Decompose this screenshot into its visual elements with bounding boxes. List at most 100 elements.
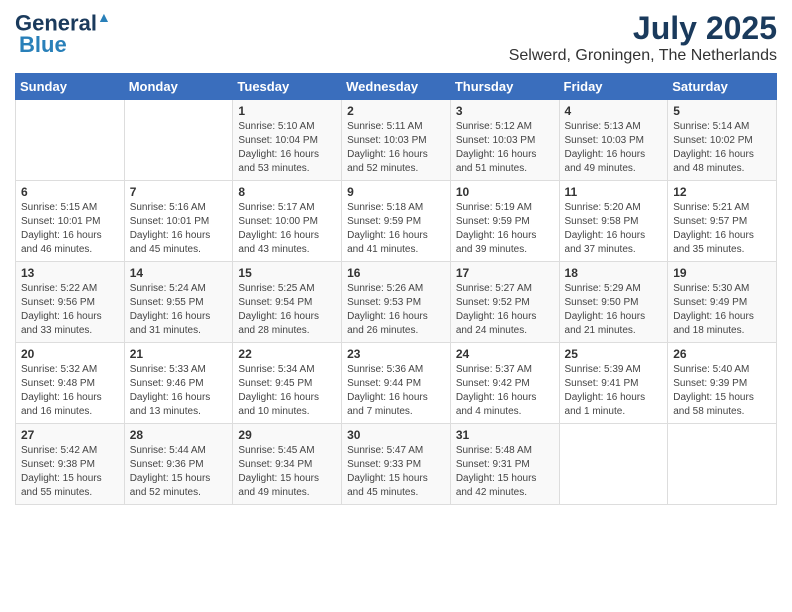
col-thursday: Thursday: [450, 74, 559, 100]
day-number: 1: [238, 104, 336, 118]
day-number: 30: [347, 428, 445, 442]
day-number: 2: [347, 104, 445, 118]
calendar-cell: 21 Sunrise: 5:33 AM Sunset: 9:46 PM Dayli…: [124, 343, 233, 424]
day-number: 18: [565, 266, 663, 280]
day-info: Sunrise: 5:17 AM Sunset: 10:00 PM Daylig…: [238, 201, 336, 257]
day-info: Sunrise: 5:12 AM Sunset: 10:03 PM Daylig…: [456, 120, 554, 176]
day-info: Sunrise: 5:14 AM Sunset: 10:02 PM Daylig…: [673, 120, 771, 176]
calendar-cell: 9 Sunrise: 5:18 AM Sunset: 9:59 PM Daylig…: [342, 181, 451, 262]
day-info: Sunrise: 5:22 AM Sunset: 9:56 PM Dayligh…: [21, 282, 119, 338]
header: General▲ Blue July 2025 Selwerd, Groning…: [15, 10, 777, 65]
calendar-cell: 7Sunrise: 5:16 AM Sunset: 10:01 PM Dayli…: [124, 181, 233, 262]
calendar-cell: 28 Sunrise: 5:44 AM Sunset: 9:36 PM Dayli…: [124, 424, 233, 505]
calendar-week-1: 1Sunrise: 5:10 AM Sunset: 10:04 PM Dayli…: [16, 100, 777, 181]
calendar-cell: 31 Sunrise: 5:48 AM Sunset: 9:31 PM Dayli…: [450, 424, 559, 505]
day-info: Sunrise: 5:34 AM Sunset: 9:45 PM Dayligh…: [238, 363, 336, 419]
day-info: Sunrise: 5:26 AM Sunset: 9:53 PM Dayligh…: [347, 282, 445, 338]
calendar-cell: 17 Sunrise: 5:27 AM Sunset: 9:52 PM Dayli…: [450, 262, 559, 343]
calendar-cell: 19 Sunrise: 5:30 AM Sunset: 9:49 PM Dayli…: [668, 262, 777, 343]
day-number: 17: [456, 266, 554, 280]
calendar-cell: 11 Sunrise: 5:20 AM Sunset: 9:58 PM Dayli…: [559, 181, 668, 262]
day-info: Sunrise: 5:47 AM Sunset: 9:33 PM Dayligh…: [347, 444, 445, 500]
day-number: 16: [347, 266, 445, 280]
day-info: Sunrise: 5:15 AM Sunset: 10:01 PM Daylig…: [21, 201, 119, 257]
day-number: 19: [673, 266, 771, 280]
logo: General▲ Blue: [15, 10, 111, 58]
day-info: Sunrise: 5:21 AM Sunset: 9:57 PM Dayligh…: [673, 201, 771, 257]
calendar-cell: [559, 424, 668, 505]
page: General▲ Blue July 2025 Selwerd, Groning…: [0, 0, 792, 515]
day-info: Sunrise: 5:48 AM Sunset: 9:31 PM Dayligh…: [456, 444, 554, 500]
day-number: 28: [130, 428, 228, 442]
day-info: Sunrise: 5:20 AM Sunset: 9:58 PM Dayligh…: [565, 201, 663, 257]
day-number: 5: [673, 104, 771, 118]
day-info: Sunrise: 5:30 AM Sunset: 9:49 PM Dayligh…: [673, 282, 771, 338]
day-info: Sunrise: 5:45 AM Sunset: 9:34 PM Dayligh…: [238, 444, 336, 500]
calendar-cell: [124, 100, 233, 181]
day-info: Sunrise: 5:16 AM Sunset: 10:01 PM Daylig…: [130, 201, 228, 257]
calendar-cell: 29 Sunrise: 5:45 AM Sunset: 9:34 PM Dayli…: [233, 424, 342, 505]
calendar-cell: 22 Sunrise: 5:34 AM Sunset: 9:45 PM Dayli…: [233, 343, 342, 424]
day-info: Sunrise: 5:42 AM Sunset: 9:38 PM Dayligh…: [21, 444, 119, 500]
day-number: 14: [130, 266, 228, 280]
title-block: July 2025 Selwerd, Groningen, The Nether…: [509, 10, 777, 65]
calendar-cell: 1Sunrise: 5:10 AM Sunset: 10:04 PM Dayli…: [233, 100, 342, 181]
day-info: Sunrise: 5:19 AM Sunset: 9:59 PM Dayligh…: [456, 201, 554, 257]
calendar-week-2: 6Sunrise: 5:15 AM Sunset: 10:01 PM Dayli…: [16, 181, 777, 262]
col-wednesday: Wednesday: [342, 74, 451, 100]
day-number: 27: [21, 428, 119, 442]
calendar-cell: 16 Sunrise: 5:26 AM Sunset: 9:53 PM Dayli…: [342, 262, 451, 343]
day-number: 29: [238, 428, 336, 442]
day-number: 15: [238, 266, 336, 280]
calendar-cell: 8 Sunrise: 5:17 AM Sunset: 10:00 PM Dayli…: [233, 181, 342, 262]
day-info: Sunrise: 5:39 AM Sunset: 9:41 PM Dayligh…: [565, 363, 663, 419]
day-info: Sunrise: 5:13 AM Sunset: 10:03 PM Daylig…: [565, 120, 663, 176]
col-monday: Monday: [124, 74, 233, 100]
day-info: Sunrise: 5:44 AM Sunset: 9:36 PM Dayligh…: [130, 444, 228, 500]
calendar-cell: 10Sunrise: 5:19 AM Sunset: 9:59 PM Dayli…: [450, 181, 559, 262]
calendar-cell: 30 Sunrise: 5:47 AM Sunset: 9:33 PM Dayli…: [342, 424, 451, 505]
day-number: 21: [130, 347, 228, 361]
calendar-cell: 25 Sunrise: 5:39 AM Sunset: 9:41 PM Dayli…: [559, 343, 668, 424]
calendar-week-3: 13Sunrise: 5:22 AM Sunset: 9:56 PM Dayli…: [16, 262, 777, 343]
calendar-cell: 12 Sunrise: 5:21 AM Sunset: 9:57 PM Dayli…: [668, 181, 777, 262]
day-info: Sunrise: 5:11 AM Sunset: 10:03 PM Daylig…: [347, 120, 445, 176]
day-info: Sunrise: 5:29 AM Sunset: 9:50 PM Dayligh…: [565, 282, 663, 338]
day-number: 11: [565, 185, 663, 199]
calendar-cell: [16, 100, 125, 181]
day-number: 23: [347, 347, 445, 361]
calendar-header-row: Sunday Monday Tuesday Wednesday Thursday…: [16, 74, 777, 100]
calendar: Sunday Monday Tuesday Wednesday Thursday…: [15, 73, 777, 505]
day-number: 24: [456, 347, 554, 361]
calendar-cell: 6Sunrise: 5:15 AM Sunset: 10:01 PM Dayli…: [16, 181, 125, 262]
col-sunday: Sunday: [16, 74, 125, 100]
day-info: Sunrise: 5:25 AM Sunset: 9:54 PM Dayligh…: [238, 282, 336, 338]
col-tuesday: Tuesday: [233, 74, 342, 100]
day-info: Sunrise: 5:36 AM Sunset: 9:44 PM Dayligh…: [347, 363, 445, 419]
day-info: Sunrise: 5:18 AM Sunset: 9:59 PM Dayligh…: [347, 201, 445, 257]
day-number: 22: [238, 347, 336, 361]
calendar-cell: 20Sunrise: 5:32 AM Sunset: 9:48 PM Dayli…: [16, 343, 125, 424]
day-number: 3: [456, 104, 554, 118]
day-number: 8: [238, 185, 336, 199]
day-info: Sunrise: 5:27 AM Sunset: 9:52 PM Dayligh…: [456, 282, 554, 338]
calendar-cell: 23 Sunrise: 5:36 AM Sunset: 9:44 PM Dayli…: [342, 343, 451, 424]
calendar-cell: 3 Sunrise: 5:12 AM Sunset: 10:03 PM Dayli…: [450, 100, 559, 181]
calendar-cell: 5 Sunrise: 5:14 AM Sunset: 10:02 PM Dayli…: [668, 100, 777, 181]
main-title: July 2025: [509, 10, 777, 47]
logo-blue: Blue: [19, 32, 67, 57]
calendar-cell: 26Sunrise: 5:40 AM Sunset: 9:39 PM Dayli…: [668, 343, 777, 424]
calendar-cell: 18 Sunrise: 5:29 AM Sunset: 9:50 PM Dayli…: [559, 262, 668, 343]
day-number: 12: [673, 185, 771, 199]
day-number: 25: [565, 347, 663, 361]
day-info: Sunrise: 5:32 AM Sunset: 9:48 PM Dayligh…: [21, 363, 119, 419]
day-info: Sunrise: 5:33 AM Sunset: 9:46 PM Dayligh…: [130, 363, 228, 419]
calendar-cell: 4Sunrise: 5:13 AM Sunset: 10:03 PM Dayli…: [559, 100, 668, 181]
day-info: Sunrise: 5:24 AM Sunset: 9:55 PM Dayligh…: [130, 282, 228, 338]
calendar-cell: 2 Sunrise: 5:11 AM Sunset: 10:03 PM Dayli…: [342, 100, 451, 181]
calendar-cell: 15 Sunrise: 5:25 AM Sunset: 9:54 PM Dayli…: [233, 262, 342, 343]
day-info: Sunrise: 5:37 AM Sunset: 9:42 PM Dayligh…: [456, 363, 554, 419]
day-number: 31: [456, 428, 554, 442]
day-number: 9: [347, 185, 445, 199]
calendar-cell: [668, 424, 777, 505]
